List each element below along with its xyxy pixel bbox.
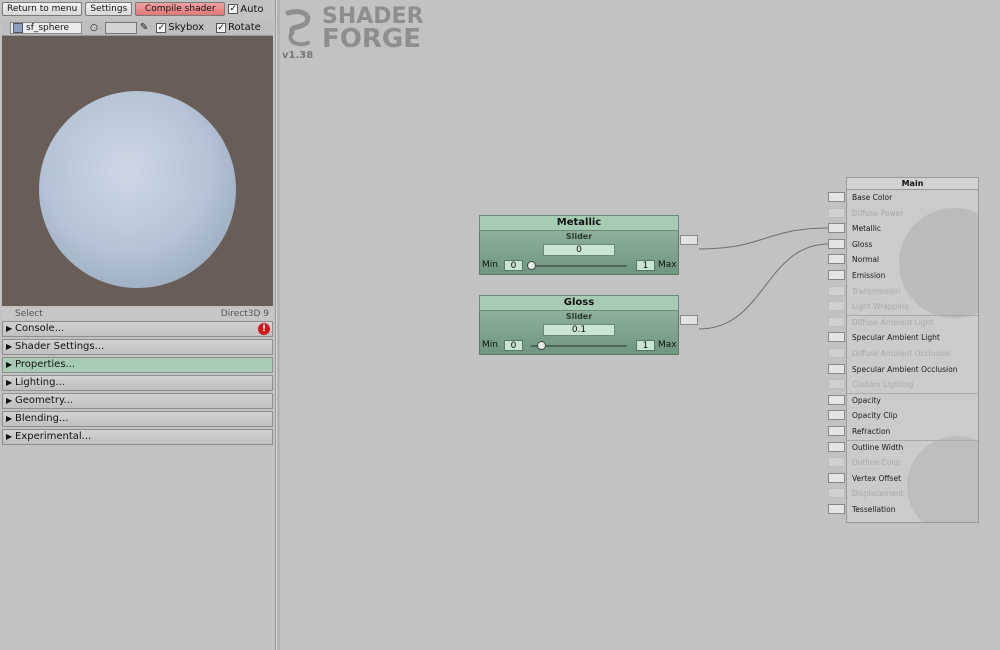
main-input-port[interactable] <box>828 472 845 483</box>
min-label: Min <box>482 340 498 350</box>
main-input-row: Specular Ambient Light <box>852 333 940 343</box>
main-input-row: Gloss <box>852 239 873 249</box>
main-input-port <box>828 301 845 312</box>
output-port[interactable] <box>680 235 698 245</box>
main-input-row: Opacity <box>852 395 881 405</box>
min-label: Min <box>482 260 498 270</box>
main-input-port <box>828 207 845 218</box>
main-input-row: Tessellation <box>852 505 896 514</box>
main-input-port <box>828 457 845 468</box>
main-input-port <box>828 348 845 358</box>
node-body: Slider 0 Min 0 1 Max <box>479 231 679 275</box>
main-input-row: Outline Width <box>852 442 904 452</box>
main-input-row: Opacity Clip <box>852 411 898 421</box>
output-port[interactable] <box>680 315 698 325</box>
main-input-port <box>828 379 845 390</box>
node-gloss[interactable]: Gloss Slider 0.1 Min 0 1 Max <box>479 295 698 355</box>
main-input-row: Transmission <box>852 286 901 296</box>
min-field[interactable]: 0 <box>504 340 523 351</box>
main-input-port[interactable] <box>828 238 845 249</box>
node-type-label: Slider <box>565 232 593 241</box>
max-field[interactable]: 1 <box>636 260 655 271</box>
main-input-port[interactable] <box>828 410 845 421</box>
wire-metallic <box>698 227 830 250</box>
slider-track[interactable] <box>531 265 627 267</box>
slider-value-field[interactable]: 0.1 <box>543 324 615 336</box>
main-input-row: Diffuse Ambient Light <box>852 317 934 327</box>
main-input-row: Normal <box>852 255 880 265</box>
main-input-port[interactable] <box>828 332 845 343</box>
main-input-separator <box>847 439 978 441</box>
main-input-row: Base Color <box>852 193 893 202</box>
main-input-separator <box>847 392 978 394</box>
main-input-port <box>828 316 845 327</box>
main-input-port <box>828 488 845 499</box>
main-input-row: Emission <box>852 271 886 280</box>
main-input-port[interactable] <box>828 192 845 202</box>
main-input-row: Diffuse Power <box>852 208 904 218</box>
main-input-row: Specular Ambient Occlusion <box>852 364 958 374</box>
main-input-separator <box>847 314 978 316</box>
main-input-row: Refraction <box>852 427 891 436</box>
slider-value-field[interactable]: 0 <box>543 244 615 256</box>
max-field[interactable]: 1 <box>636 340 655 351</box>
main-input-port[interactable] <box>828 394 845 405</box>
min-field[interactable]: 0 <box>504 260 523 271</box>
node-metallic[interactable]: Metallic Slider 0 Min 0 1 Max <box>479 215 698 275</box>
main-input-row: Custom Lighting <box>852 380 914 390</box>
max-label: Max <box>658 260 677 270</box>
main-input-port[interactable] <box>828 504 845 514</box>
main-node[interactable]: Main Base Color Diffuse Power Metallic Glos… <box>846 177 979 523</box>
node-type-label: Slider <box>565 312 593 321</box>
node-title[interactable]: Gloss <box>479 295 679 311</box>
main-input-row: Metallic <box>852 224 881 234</box>
node-title[interactable]: Metallic <box>479 215 679 231</box>
main-input-port[interactable] <box>828 363 845 374</box>
main-input-port <box>828 285 845 296</box>
main-input-port[interactable] <box>828 254 845 265</box>
main-input-port[interactable] <box>828 223 845 234</box>
main-node-title: Main <box>847 178 978 190</box>
main-input-row: Outline Color <box>852 458 902 468</box>
main-input-row: Displacement <box>852 489 904 499</box>
slider-knob[interactable] <box>527 261 536 270</box>
main-input-port[interactable] <box>828 270 845 280</box>
node-body: Slider 0.1 Min 0 1 Max <box>479 311 679 355</box>
main-input-port[interactable] <box>828 441 845 452</box>
main-input-row: Light Wrapping <box>852 302 909 312</box>
wire-gloss <box>698 243 830 330</box>
max-label: Max <box>658 340 677 350</box>
main-input-port[interactable] <box>828 426 845 436</box>
slider-knob[interactable] <box>536 341 546 350</box>
main-input-row: Diffuse Ambient Occlusion <box>852 349 951 358</box>
main-input-row: Vertex Offset <box>852 473 902 483</box>
